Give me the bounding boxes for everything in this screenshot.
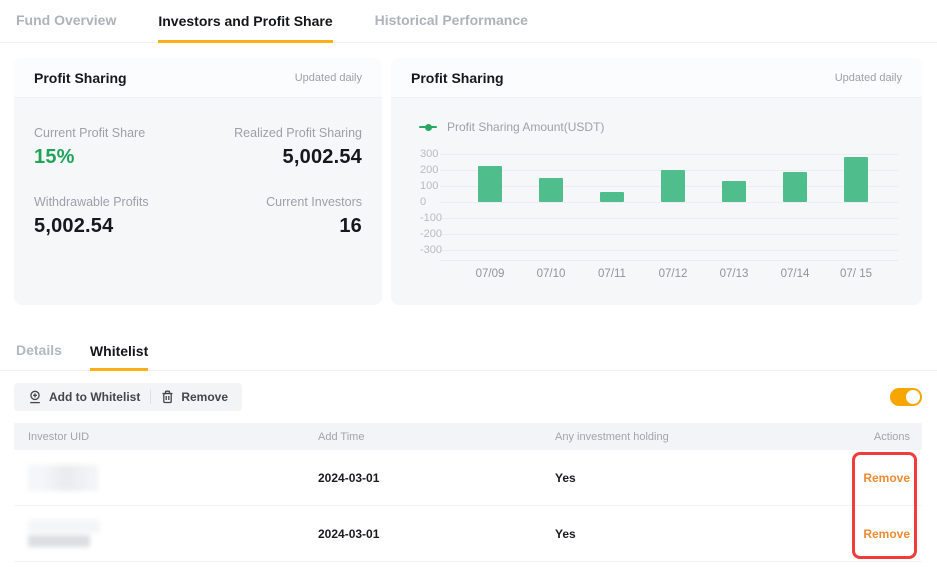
row-remove-link[interactable]: Remove [863,527,910,541]
stat-withdrawable-profits: Withdrawable Profits 5,002.54 [34,195,198,238]
column-header-add-time: Add Time [318,431,555,443]
x-axis-tick-label: 07/13 [720,268,749,280]
legend-line-dot-icon [419,126,437,128]
y-axis-tick-label: -300 [420,244,442,256]
whitelist-tab-bar: Details Whitelist [0,332,937,371]
x-axis-line [440,260,898,261]
stats-card-header: Profit Sharing Updated daily [14,58,382,98]
stats-card-title: Profit Sharing [34,70,127,86]
add-time-cell: 2024-03-01 [318,527,555,541]
bar-07-09[interactable] [478,166,502,202]
whitelist-toggle[interactable] [890,388,922,406]
tab-investors-profit-share[interactable]: Investors and Profit Share [158,1,332,43]
x-axis-tick-label: 07/10 [537,268,566,280]
investor-uid-redacted [28,465,318,491]
stat-value: 15% [34,146,198,169]
redaction-blur-line [28,535,90,547]
y-axis-tick-label: 300 [420,148,438,160]
bar-07--15[interactable] [844,157,868,202]
investor-uid-redacted [28,520,318,547]
profit-sharing-bar-chart: 07/0907/1007/1107/1207/1307/1407/ 15 300… [411,154,902,304]
gridline [440,154,898,155]
x-axis-tick-label: 07/14 [781,268,810,280]
x-axis-tick-label: 07/ 15 [840,268,872,280]
holding-cell: Yes [555,527,830,541]
table-header-row: Investor UID Add Time Any investment hol… [14,423,922,450]
tab-fund-overview[interactable]: Fund Overview [16,0,116,42]
stat-label: Realized Profit Sharing [198,126,362,140]
profit-sharing-chart-card: Profit Sharing Updated daily Profit Shar… [391,58,922,305]
bar-07-11[interactable] [600,192,624,202]
whitelist-toolbar: Add to Whitelist Remove [14,383,242,411]
tab-details[interactable]: Details [16,332,62,370]
profit-sharing-stats-card: Profit Sharing Updated daily Current Pro… [14,58,382,305]
whitelist-table: Investor UID Add Time Any investment hol… [14,423,922,562]
x-axis-tick-label: 07/09 [476,268,505,280]
gridline [440,250,898,251]
add-time-cell: 2024-03-01 [318,471,555,485]
stat-realized-profit-sharing: Realized Profit Sharing 5,002.54 [198,126,362,169]
bar-07-10[interactable] [539,178,563,202]
remove-button-label: Remove [181,390,228,404]
column-header-investor-uid: Investor UID [28,431,318,443]
page: Fund Overview Investors and Profit Share… [0,0,937,579]
tab-whitelist[interactable]: Whitelist [90,333,148,371]
chart-legend[interactable]: Profit Sharing Amount(USDT) [419,118,902,136]
redaction-blur-line [28,520,100,533]
remove-button[interactable]: Remove [151,383,238,411]
y-axis-tick-label: 100 [420,180,438,192]
add-to-whitelist-label: Add to Whitelist [49,390,140,404]
column-header-actions: Actions [830,431,910,443]
stat-current-investors: Current Investors 16 [198,195,362,238]
tab-historical-performance[interactable]: Historical Performance [375,0,528,42]
whitelist-toolbar-row: Add to Whitelist Remove [14,383,922,411]
stat-value: 16 [198,215,362,238]
gridline [440,218,898,219]
stat-current-profit-share: Current Profit Share 15% [34,126,198,169]
chart-plot: 07/09 07/10 07/11 07/12 07/13 07/14 07/ 15 [440,154,898,284]
stats-card-body: Current Profit Share 15% Realized Profit… [14,98,382,254]
stats-grid: Current Profit Share 15% Realized Profit… [34,126,362,238]
row-remove-link[interactable]: Remove [863,471,910,485]
y-axis-tick-label: 200 [420,164,438,176]
cards-row: Profit Sharing Updated daily Current Pro… [14,58,922,305]
stat-label: Current Profit Share [34,126,198,140]
redaction-blur [28,520,318,547]
holding-cell: Yes [555,471,830,485]
y-axis-tick-label: -100 [420,212,442,224]
redaction-blur [28,465,98,491]
table-row: 2024-03-01 Yes Remove [14,506,922,562]
x-axis-tick-label: 07/11 [598,268,626,280]
gridline [440,234,898,235]
gridline [440,202,898,203]
stat-value: 5,002.54 [198,146,362,169]
stat-label: Current Investors [198,195,362,209]
top-tab-bar: Fund Overview Investors and Profit Share… [0,0,937,43]
add-to-whitelist-icon [28,390,42,404]
stat-value: 5,002.54 [34,215,198,238]
table-row: 2024-03-01 Yes Remove [14,450,922,506]
bar-07-14[interactable] [783,172,807,202]
chart-card-body: Profit Sharing Amount(USDT) 07/0907/1007… [391,98,922,305]
bar-07-13[interactable] [722,181,746,202]
legend-label: Profit Sharing Amount(USDT) [447,120,604,134]
trash-icon [161,390,174,404]
y-axis-tick-label: -200 [420,228,442,240]
column-header-any-investment-holding: Any investment holding [555,431,830,443]
chart-card-header: Profit Sharing Updated daily [391,58,922,98]
chart-card-updated-label: Updated daily [835,72,902,84]
toggle-knob [906,390,920,404]
stats-card-updated-label: Updated daily [295,72,362,84]
y-axis-tick-label: 0 [420,196,426,208]
stat-label: Withdrawable Profits [34,195,198,209]
add-to-whitelist-button[interactable]: Add to Whitelist [18,383,150,411]
x-axis-tick-label: 07/12 [659,268,688,280]
bar-07-12[interactable] [661,170,685,202]
chart-card-title: Profit Sharing [411,70,504,86]
